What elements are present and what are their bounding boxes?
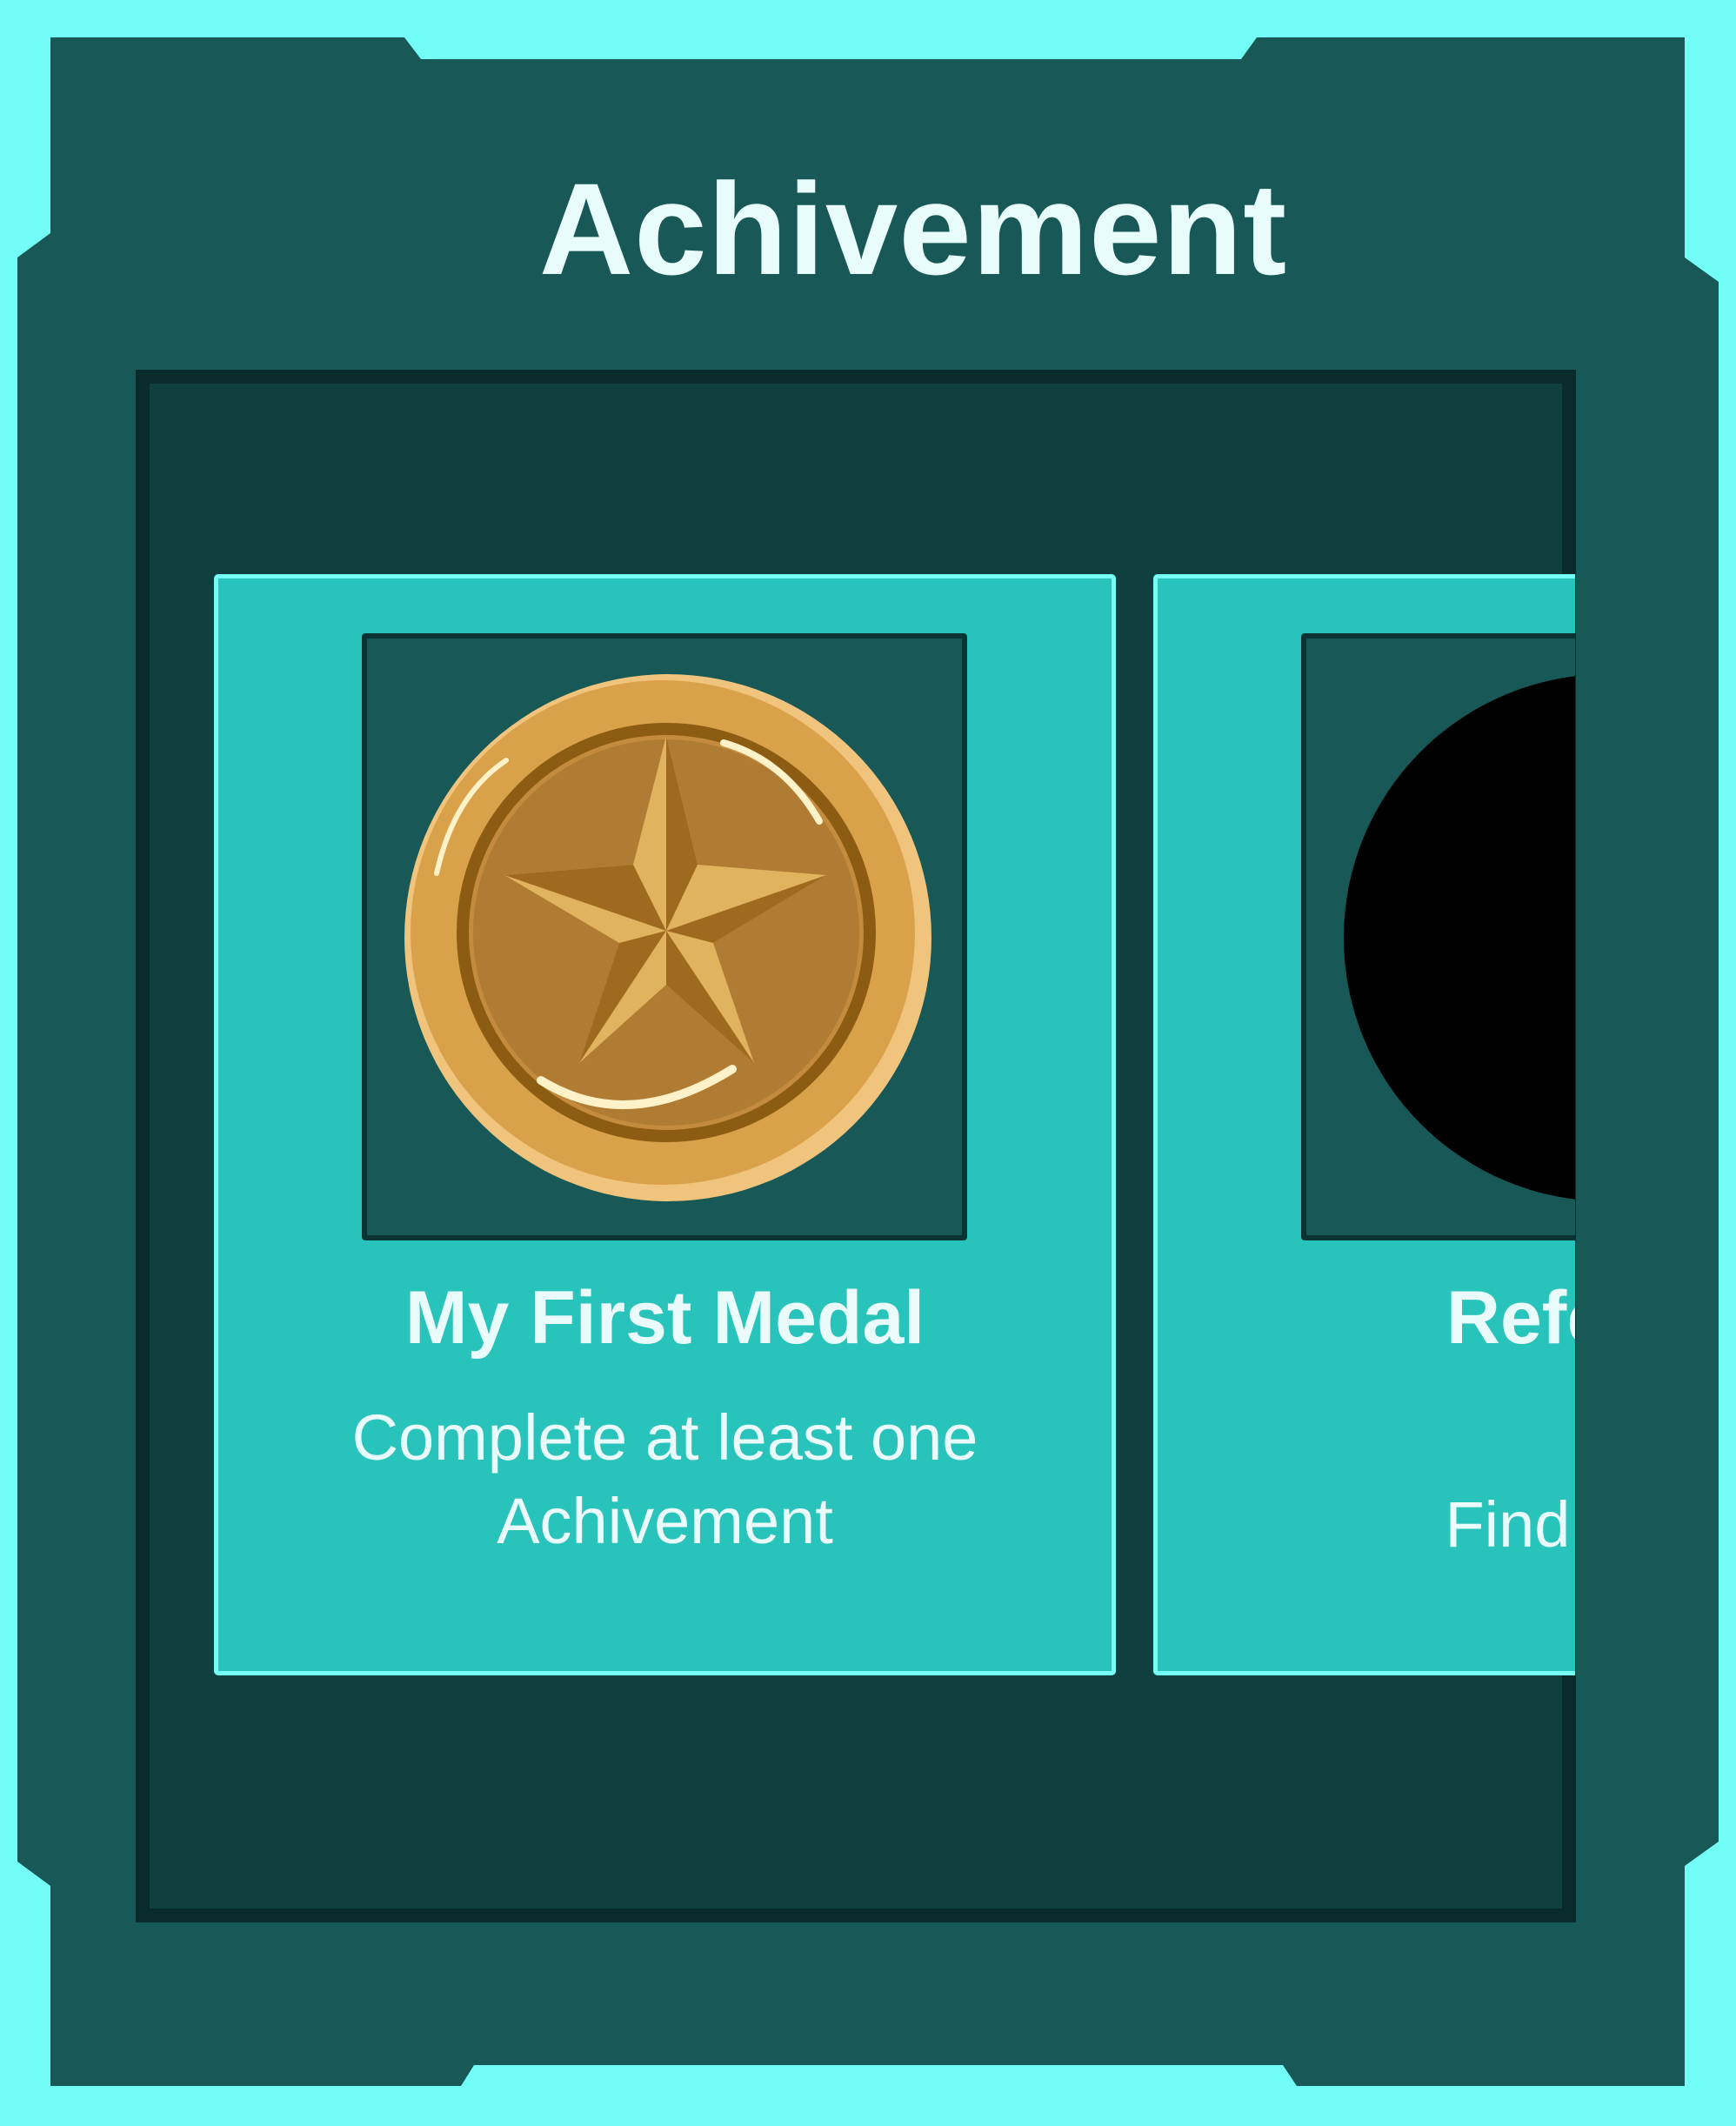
achievement-carousel[interactable]: My First Medal Complete at least one Ach… — [0, 0, 1575, 2126]
medal-icon-frame — [362, 633, 967, 1240]
achievement-card-refer-me[interactable]: Refer Me Find All the — [1153, 574, 1575, 1675]
locked-medal-icon — [1344, 676, 1575, 1200]
gold-star-medal-icon — [404, 674, 931, 1201]
medal-icon-frame — [1301, 633, 1575, 1240]
achievement-title: Refer Me — [1446, 1276, 1575, 1360]
achievement-title: My First Medal — [404, 1276, 925, 1360]
achievement-description: Complete at least one Achivement — [351, 1401, 978, 1557]
achievement-card-my-first-medal[interactable]: My First Medal Complete at least one Ach… — [214, 574, 1116, 1675]
achievement-description: Find All the — [1445, 1488, 1575, 1561]
